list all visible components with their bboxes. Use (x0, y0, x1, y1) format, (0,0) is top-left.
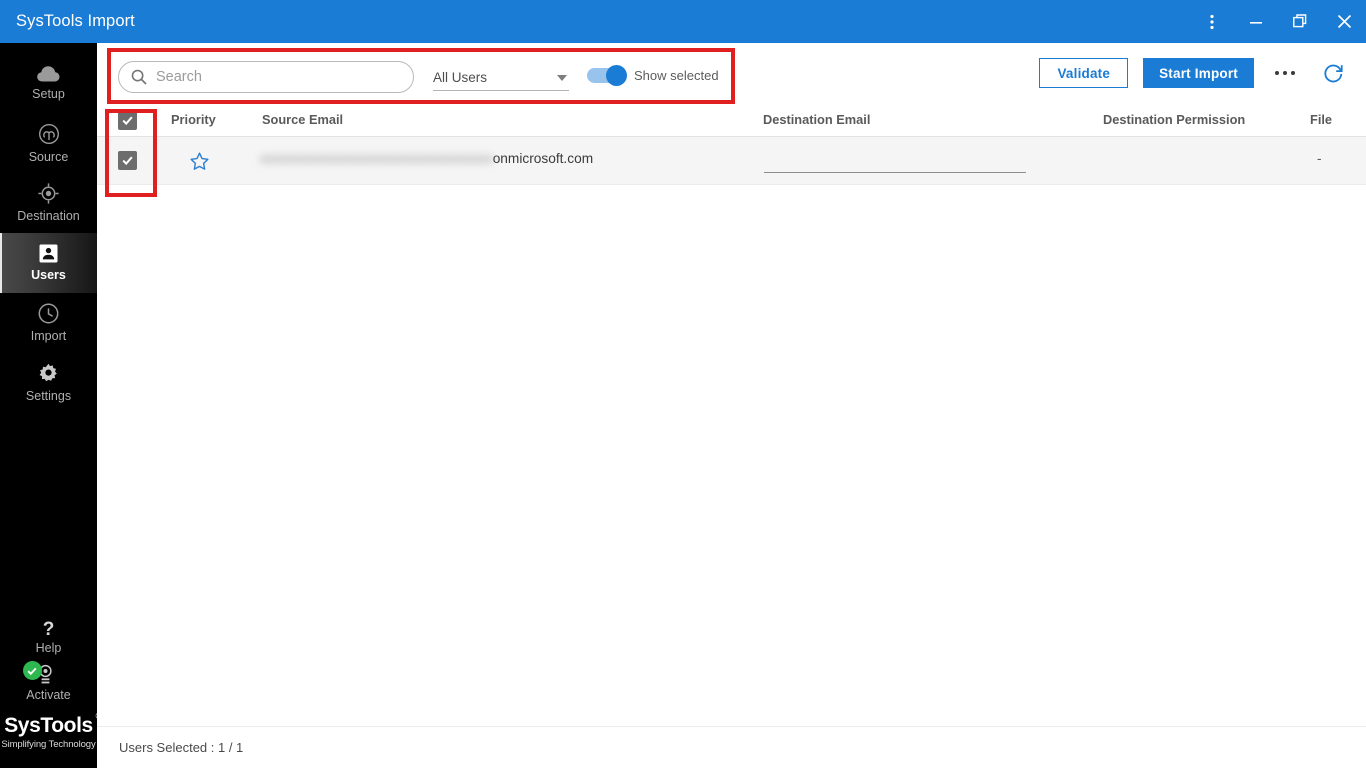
sidebar-item-settings[interactable]: Settings (0, 353, 97, 413)
priority-star-button[interactable] (189, 151, 210, 177)
check-icon (27, 667, 37, 675)
window-menu-button[interactable] (1190, 0, 1234, 43)
validate-button[interactable]: Validate (1039, 58, 1129, 88)
checkbox-checked (118, 111, 137, 130)
sidebar-item-setup[interactable]: Setup (0, 53, 97, 113)
column-header-destination-email[interactable]: Destination Email (763, 112, 870, 127)
show-selected-toggle-group[interactable]: Show selected (587, 65, 719, 86)
sidebar-bottom-nav: ? Help Activate SysTools Simplifying Tec… (0, 614, 102, 768)
toggle-knob (606, 65, 627, 86)
show-selected-label: Show selected (634, 68, 719, 83)
brand-name: SysTools ® (4, 711, 102, 738)
column-header-destination-permission[interactable]: Destination Permission (1103, 112, 1245, 127)
cloud-icon (37, 65, 60, 81)
application-window: SysTools Import Setup Source Destination… (0, 0, 1366, 768)
toolbar-actions: Validate Start Import (1039, 56, 1350, 90)
column-header-source-email[interactable]: Source Email (262, 112, 343, 127)
column-header-priority[interactable]: Priority (171, 112, 216, 127)
check-icon (122, 156, 133, 166)
sidebar-item-label: Import (30, 329, 67, 343)
start-import-button[interactable]: Start Import (1143, 58, 1254, 88)
toolbar: All Users Show selected Validate Start I… (97, 43, 1366, 105)
status-bar: Users Selected : 1 / 1 (97, 726, 1366, 768)
refresh-icon (1323, 64, 1343, 82)
sidebar-item-help[interactable]: ? Help (0, 614, 97, 660)
user-filter-dropdown[interactable]: All Users (433, 65, 569, 91)
source-email-redacted: xxxxxxxxxxxxxxxxxxxxxxxxxxxxxxxxxx (260, 151, 493, 166)
sidebar-item-import[interactable]: Import (0, 293, 97, 353)
star-outline-icon (190, 152, 209, 170)
brand-name-text: SysTools (4, 714, 93, 737)
sidebar-item-label: Settings (25, 389, 72, 403)
table-header-row: Priority Source Email Destination Email … (97, 105, 1366, 137)
sidebar-nav: Setup Source Destination Users Import Se… (0, 43, 97, 413)
sidebar-item-destination[interactable]: Destination (0, 173, 97, 233)
sidebar-item-label: Help (35, 641, 62, 655)
checkbox-checked (118, 151, 137, 170)
users-selected-status: Users Selected : 1 / 1 (119, 740, 244, 755)
ellipsis-icon (1274, 70, 1296, 76)
more-options-button[interactable] (1268, 56, 1302, 90)
app-title: SysTools Import (16, 12, 135, 30)
user-icon (39, 244, 58, 263)
refresh-button[interactable] (1316, 56, 1350, 90)
minimize-icon (1250, 21, 1262, 24)
select-all-checkbox[interactable] (118, 111, 137, 130)
clock-icon (38, 303, 59, 324)
chevron-down-icon (557, 74, 567, 81)
activated-check-badge (22, 661, 42, 680)
restore-icon (1292, 14, 1306, 28)
sidebar-item-label: Source (28, 149, 69, 164)
minimize-button[interactable] (1234, 0, 1278, 43)
main-content: All Users Show selected Validate Start I… (97, 43, 1366, 768)
sidebar: Setup Source Destination Users Import Se… (0, 43, 102, 768)
source-email-domain: onmicrosoft.com (492, 151, 594, 166)
file-cell: - (1317, 151, 1322, 166)
brand-logo: SysTools ® Simplifying Technology (0, 706, 102, 762)
question-mark-icon: ? (43, 619, 55, 639)
sidebar-item-activate[interactable]: Activate (0, 660, 97, 706)
destination-email-input[interactable] (764, 149, 1026, 173)
search-box[interactable] (118, 61, 414, 93)
close-button[interactable] (1322, 0, 1366, 43)
table-row: xxxxxxxxxxxxxxxxxxxxxxxxxxxxxxxxxx onmicr… (97, 137, 1366, 185)
restore-button[interactable] (1278, 0, 1322, 43)
sidebar-item-label: Setup (32, 86, 65, 101)
signal-icon (38, 123, 59, 144)
brand-tagline: Simplifying Technology (1, 739, 96, 750)
close-icon (1337, 14, 1351, 29)
svg-text:?: ? (43, 619, 55, 639)
show-selected-toggle[interactable] (587, 65, 627, 86)
gear-icon (39, 363, 57, 382)
activate-icon-group (22, 661, 72, 686)
source-email-cell: xxxxxxxxxxxxxxxxxxxxxxxxxxxxxxxxxx onmicr… (260, 151, 593, 166)
vertical-dots-icon (1210, 14, 1214, 29)
search-icon (131, 69, 147, 85)
sidebar-item-label: Destination (17, 209, 80, 223)
sidebar-item-users[interactable]: Users (0, 233, 97, 293)
column-header-file[interactable]: File (1310, 112, 1332, 127)
search-input[interactable] (156, 69, 381, 85)
title-bar: SysTools Import (0, 0, 1366, 43)
row-select-checkbox[interactable] (118, 151, 137, 170)
sidebar-item-label: Users (31, 268, 66, 282)
target-icon (38, 183, 59, 204)
sidebar-item-label: Activate (26, 688, 71, 702)
check-icon (122, 116, 133, 126)
user-filter-value: All Users (433, 70, 488, 85)
sidebar-item-source[interactable]: Source (0, 113, 97, 173)
